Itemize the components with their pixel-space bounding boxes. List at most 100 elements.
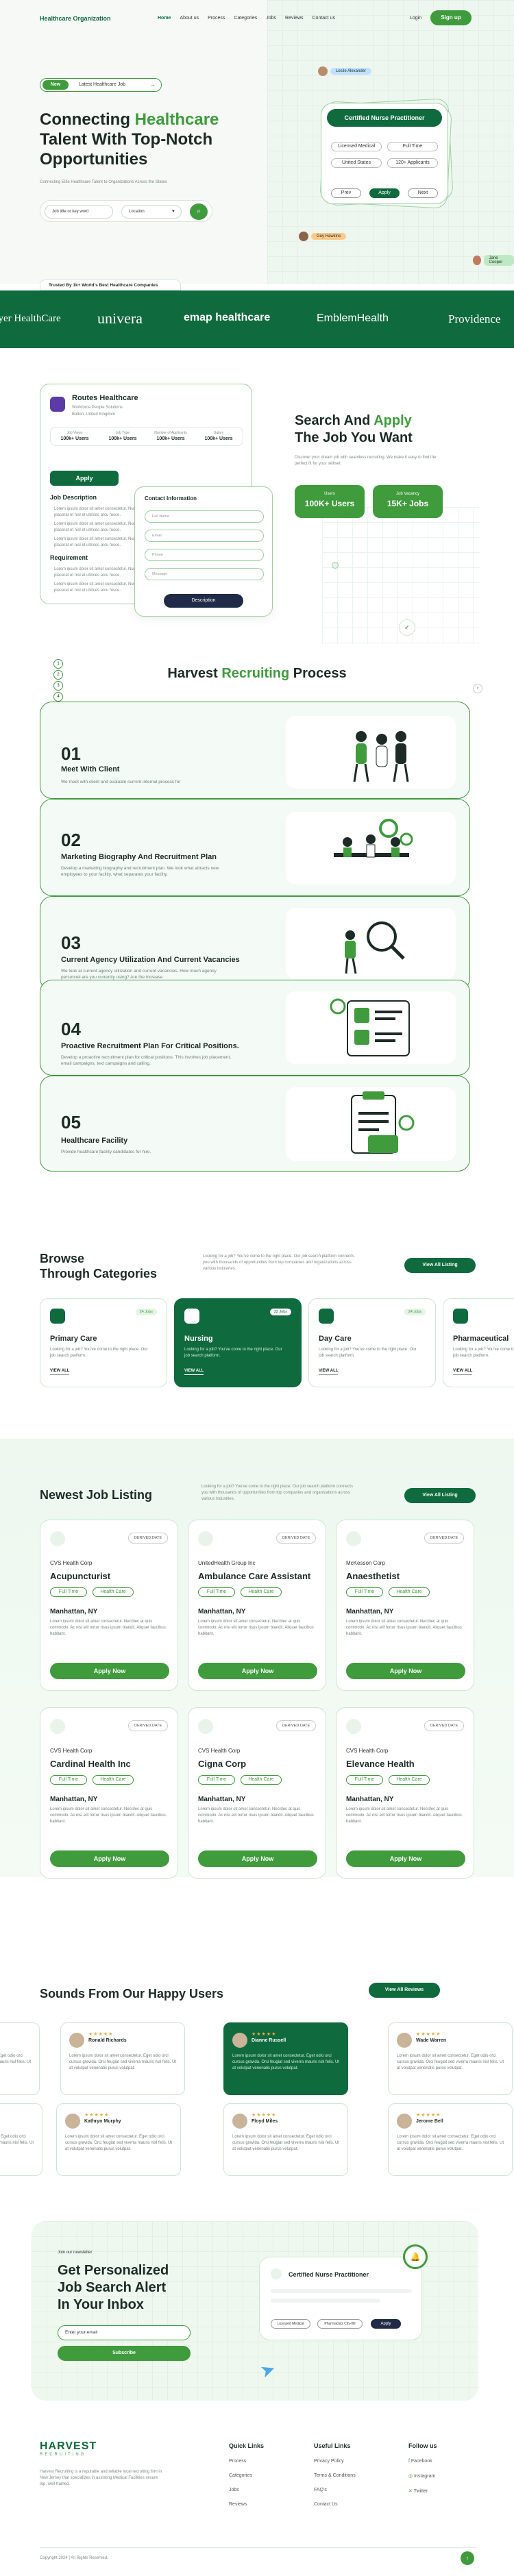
footer-link-contact[interactable]: Contact Us	[314, 2502, 356, 2507]
reviewer-name: Wade Warren	[416, 2038, 447, 2043]
avatar	[397, 2033, 412, 2048]
name-field[interactable]: Full Name	[145, 510, 264, 523]
profile-board-icon	[330, 998, 410, 1056]
arrow-up-icon: ↑	[465, 2555, 469, 2562]
category-pharmaceutical[interactable]: Pharmaceutical Looking for a job? You've…	[443, 1298, 514, 1387]
categories-view-all-button[interactable]: View All Listing	[404, 1258, 476, 1273]
step-nav-2[interactable]: 2	[53, 670, 63, 680]
nav-categories[interactable]: Categories	[234, 16, 257, 21]
nl-title-2: Job Search Alert	[58, 2280, 167, 2295]
nav-reviews[interactable]: Reviews	[285, 16, 303, 21]
hero-apply-button[interactable]: Apply	[369, 188, 400, 198]
apply-now-button[interactable]: Apply Now	[198, 1663, 317, 1679]
scroll-top-button[interactable]: ↑	[461, 2551, 474, 2565]
jobs-view-all-button[interactable]: View All Listing	[404, 1488, 476, 1503]
nav-contact[interactable]: Contact us	[313, 16, 335, 21]
footer-link-jobs[interactable]: Jobs	[229, 2488, 264, 2492]
message-field[interactable]: Message	[145, 568, 264, 580]
twitter-label: Twitter	[413, 2489, 428, 2494]
category-view-all[interactable]: VIEW ALL	[50, 1369, 70, 1375]
location-select[interactable]: Location ▼	[121, 205, 182, 219]
footer-link-reviews[interactable]: Reviews	[229, 2502, 264, 2507]
step-nav-4[interactable]: 4	[53, 692, 63, 702]
job-location: Manhattan, NY	[346, 1796, 394, 1803]
category-desc: Looking for a job? You've come to the ri…	[319, 1348, 417, 1358]
job-apply-button[interactable]: Apply	[50, 471, 119, 486]
footer-link-terms[interactable]: Terms & Conditions	[314, 2473, 356, 2478]
footer-logo[interactable]: HARVEST RECRUITING	[40, 2440, 97, 2457]
avatar	[318, 66, 328, 76]
category-count: 32 Jobs	[269, 1309, 291, 1315]
footer-link-privacy[interactable]: Privacy Policy	[314, 2459, 356, 2464]
apply-now-button[interactable]: Apply Now	[346, 1850, 465, 1867]
category-view-all[interactable]: VIEW ALL	[319, 1369, 339, 1375]
job-company: UnitedHealth Group Inc	[198, 1560, 256, 1566]
newsletter-email-input[interactable]: Enter your email	[58, 2325, 191, 2340]
footer-link-process[interactable]: Process	[229, 2459, 264, 2464]
hero-tag-3: United States	[331, 158, 382, 168]
category-title: Nursing	[184, 1335, 213, 1343]
cvs-logo-icon	[346, 1719, 361, 1734]
step-nav-1[interactable]: 1	[53, 659, 63, 669]
step-nav-3[interactable]: 3	[53, 681, 63, 691]
hero-prev-button[interactable]: Prev	[331, 188, 361, 198]
hero-job-card: Certified Nurse Practitioner Licensed Me…	[321, 103, 448, 204]
apply-now-button[interactable]: Apply Now	[50, 1663, 169, 1679]
footer-link-categories[interactable]: Categories	[229, 2473, 264, 2478]
nav-home[interactable]: Home	[158, 16, 171, 21]
stat-users-label: Users	[324, 492, 335, 496]
footer-twitter-link[interactable]: ✕ Twitter	[408, 2488, 437, 2494]
phone-field[interactable]: Phone	[145, 549, 264, 561]
job-card: DERIVED DATE McKesson Corp Anaesthetist F…	[336, 1520, 474, 1691]
footer-facebook-link[interactable]: f Facebook	[408, 2459, 437, 2464]
hero-next-button[interactable]: Next	[408, 188, 438, 198]
process-title-1: Harvest	[167, 666, 222, 681]
nav-process[interactable]: Process	[208, 16, 225, 21]
signup-button[interactable]: Sign up	[430, 10, 472, 25]
job-category-badge: Health Care	[389, 1587, 430, 1597]
login-link[interactable]: Login	[410, 16, 421, 21]
category-desc: Looking for a job? You've come to the ri…	[453, 1348, 514, 1358]
email-field[interactable]: Email	[145, 530, 264, 542]
apply-now-button[interactable]: Apply Now	[50, 1850, 169, 1867]
category-nursing[interactable]: 32 Jobs Nursing Looking for a job? You'v…	[174, 1298, 302, 1387]
job-desc: Lorem ipsum dolor sit amet consectetur. …	[50, 1807, 166, 1824]
category-day-care[interactable]: 24 Jobs Day Care Looking for a job? You'…	[308, 1298, 436, 1387]
category-title: Day Care	[319, 1335, 352, 1343]
subscribe-button[interactable]: Subscribe	[58, 2346, 191, 2361]
review-text: Lorem ipsum dolor sit amet consectetur. …	[232, 2054, 340, 2070]
job-title: Ambulance Care Assistant	[198, 1571, 311, 1581]
nav-logo[interactable]: Healthcare Organization	[40, 15, 111, 22]
footer-link-faq[interactable]: FAQ's	[314, 2488, 356, 2492]
stat-card-users: Users 100K+ Users	[295, 485, 365, 518]
job-title: Cardinal Health Inc	[50, 1759, 131, 1769]
contact-submit-button[interactable]: Description	[164, 594, 243, 608]
nl-card-apply-button[interactable]: Apply	[371, 2319, 401, 2329]
footer-brand-sub: RECRUITING	[40, 2453, 86, 2457]
search-button[interactable]: ⌕	[190, 203, 208, 220]
mckesson-logo-icon	[346, 1531, 361, 1546]
nav-links: Home About us Process Categories Jobs Re…	[158, 16, 335, 21]
stat-item: Job Views 100k+ Users	[51, 428, 99, 445]
apply-now-button[interactable]: Apply Now	[346, 1663, 465, 1679]
twitter-icon: ✕	[408, 2489, 414, 2494]
search-illustration	[286, 908, 456, 979]
category-view-all[interactable]: VIEW ALL	[184, 1369, 204, 1375]
stat-item: Number of Applicants 100k+ Users	[147, 428, 195, 445]
footer-instagram-link[interactable]: ◎ Instagram	[408, 2473, 437, 2479]
copyright: Copyright 2024 | All Rights Reserved.	[40, 2556, 108, 2560]
user-tag-3: Jane Cooper	[473, 255, 514, 266]
nav-about[interactable]: About us	[180, 16, 199, 21]
user-tag-3-label: Jane Cooper	[483, 255, 514, 266]
team-illustration	[286, 812, 456, 884]
apply-now-button[interactable]: Apply Now	[198, 1850, 317, 1867]
nav-jobs[interactable]: Jobs	[266, 16, 276, 21]
job-card: DERIVED DATE CVS Health Corp Elevance Hea…	[336, 1707, 474, 1879]
job-company: CVS Health Corp	[346, 1748, 389, 1754]
category-primary-care[interactable]: 24 Jobs Primary Care Looking for a job? …	[40, 1298, 167, 1387]
reviews-view-all-button[interactable]: View All Reviews	[369, 1983, 440, 1998]
search-input[interactable]: Job title or key word	[45, 205, 113, 219]
hero-badge[interactable]: New Latest Healthcare Job →	[40, 78, 162, 92]
newsletter-title: Get Personalized Job Search Alert In You…	[58, 2262, 169, 2314]
category-view-all[interactable]: VIEW ALL	[453, 1369, 473, 1375]
